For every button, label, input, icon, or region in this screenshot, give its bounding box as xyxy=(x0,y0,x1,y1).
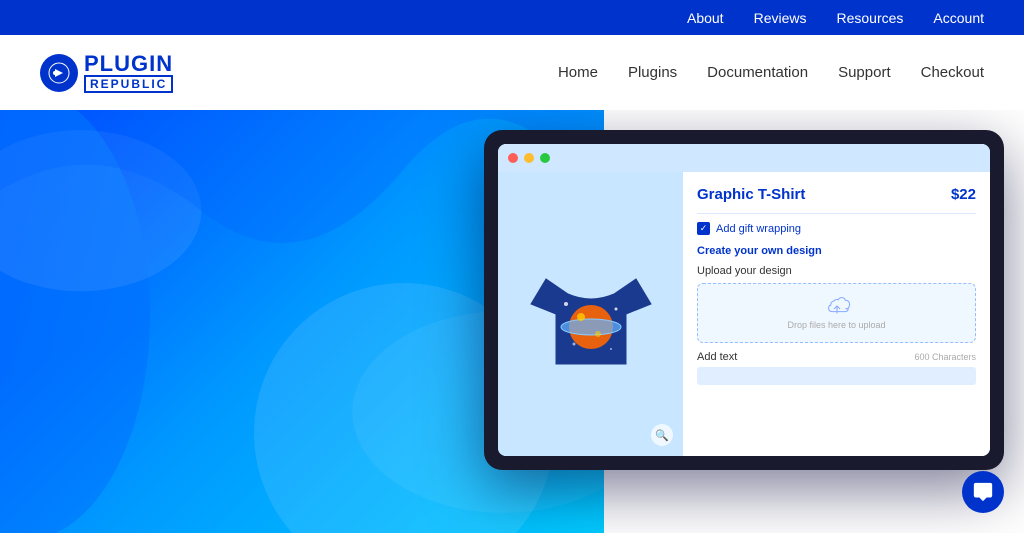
main-navigation: PLUGIN REPUBLIC Home Plugins Documentati… xyxy=(0,35,1024,110)
dot-maximize xyxy=(540,153,550,163)
upload-hint: Drop files here to upload xyxy=(787,320,885,330)
wave-decoration-1 xyxy=(0,110,150,533)
nav-reviews[interactable]: Reviews xyxy=(754,10,807,26)
logo-plugin-text: PLUGIN xyxy=(84,53,173,75)
nav-account[interactable]: Account xyxy=(933,10,984,26)
nav-checkout[interactable]: Checkout xyxy=(921,64,984,81)
screen-body: 🔍 Graphic T-Shirt $22 Add gi xyxy=(498,172,990,456)
laptop-screen: 🔍 Graphic T-Shirt $22 Add gi xyxy=(498,144,990,456)
logo-text: PLUGIN REPUBLIC xyxy=(84,53,173,93)
logo-icon xyxy=(40,54,78,92)
logo-republic-text: REPUBLIC xyxy=(84,75,173,93)
add-text-row: Add text 600 Characters xyxy=(697,351,976,363)
separator xyxy=(697,213,976,214)
option-design-link[interactable]: Create your own design xyxy=(697,245,822,257)
upload-label: Upload your design xyxy=(697,265,976,277)
product-image-area: 🔍 xyxy=(498,172,683,456)
nav-documentation[interactable]: Documentation xyxy=(707,64,808,81)
char-count: 600 Characters xyxy=(914,352,976,362)
chat-icon xyxy=(972,481,994,503)
cloud-upload-icon xyxy=(823,296,851,316)
dot-minimize xyxy=(524,153,534,163)
nav-about[interactable]: About xyxy=(687,10,724,26)
screen-titlebar xyxy=(498,144,990,172)
option-own-design: Create your own design xyxy=(697,241,976,259)
zoom-icon[interactable]: 🔍 xyxy=(651,424,673,446)
product-details-panel: Graphic T-Shirt $22 Add gift wrapping xyxy=(683,172,990,456)
tshirt-image xyxy=(526,249,656,379)
main-nav-links: Home Plugins Documentation Support Check… xyxy=(558,64,984,81)
logo[interactable]: PLUGIN REPUBLIC xyxy=(40,53,173,93)
upload-dropzone[interactable]: Drop files here to upload xyxy=(697,283,976,343)
product-price: $22 xyxy=(951,186,976,203)
product-header: Graphic T-Shirt $22 xyxy=(697,186,976,203)
top-navigation: About Reviews Resources Account xyxy=(0,0,1024,35)
nav-resources[interactable]: Resources xyxy=(836,10,903,26)
add-text-label: Add text xyxy=(697,351,737,363)
dot-close xyxy=(508,153,518,163)
text-input-bar[interactable] xyxy=(697,367,976,385)
checkbox-gift[interactable] xyxy=(697,222,710,235)
hero-section: WooCommerce Product Add-Ons Ultimate Cre… xyxy=(0,110,1024,533)
laptop-mockup: 🔍 Graphic T-Shirt $22 Add gi xyxy=(484,130,1004,470)
option-gift-label: Add gift wrapping xyxy=(716,223,801,235)
laptop-frame: 🔍 Graphic T-Shirt $22 Add gi xyxy=(484,130,1004,470)
chat-bubble-button[interactable] xyxy=(962,471,1004,513)
nav-support[interactable]: Support xyxy=(838,64,891,81)
product-name: Graphic T-Shirt xyxy=(697,186,805,203)
nav-home[interactable]: Home xyxy=(558,64,598,81)
option-gift-wrapping: Add gift wrapping xyxy=(697,222,976,235)
nav-plugins[interactable]: Plugins xyxy=(628,64,677,81)
